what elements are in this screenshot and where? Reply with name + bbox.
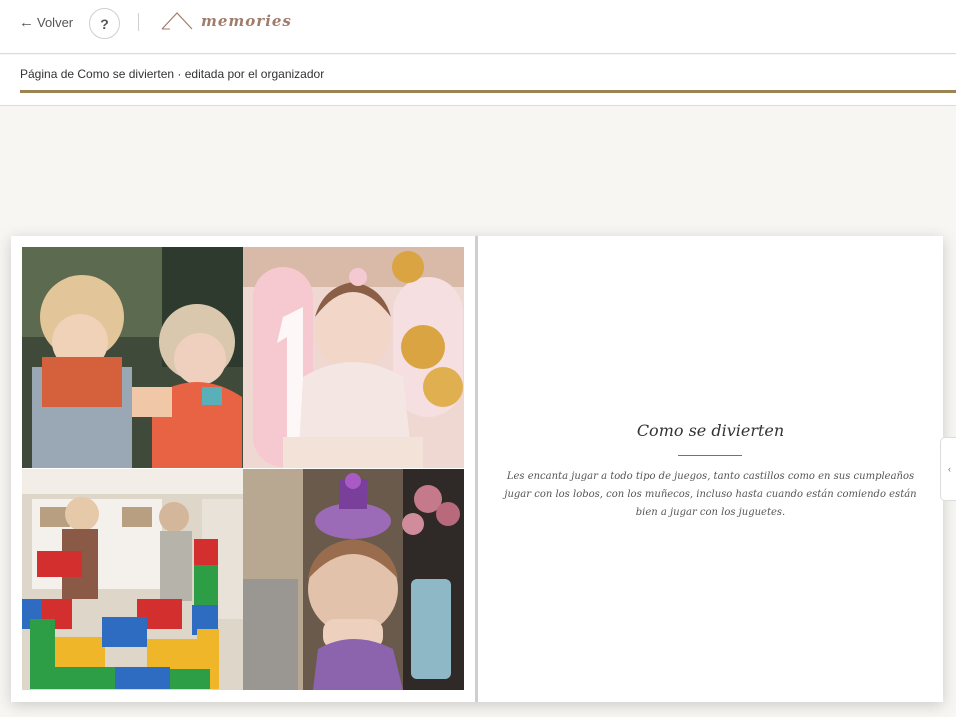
arrow-left-icon: ← [19, 14, 34, 31]
book-page-right[interactable]: Como se divierten Les encanta jugar a to… [478, 236, 943, 702]
accent-underline [20, 90, 956, 93]
page-info-text: Página de Como se divierten · editada po… [20, 67, 325, 81]
page-body-text: Les encanta jugar a todo tipo de juegos,… [504, 471, 917, 518]
book-spread: Como se divierten Les encanta jugar a to… [11, 236, 943, 702]
title-divider [678, 455, 742, 456]
logo[interactable]: memories [161, 10, 292, 30]
help-button[interactable]: ? [89, 8, 120, 39]
page-info-bar: Página de Como se divierten · editada po… [0, 55, 956, 106]
side-panel-toggle[interactable]: ‹ [940, 437, 956, 501]
photo-kids-blocks[interactable] [22, 469, 243, 690]
header-divider [138, 13, 139, 31]
page-title: Como se divierten [636, 421, 785, 440]
photo-toddlers-outdoors[interactable] [22, 247, 243, 468]
back-link[interactable]: ← Volver [19, 15, 73, 30]
chevron-left-icon: ‹ [948, 464, 951, 474]
top-bar: ← Volver ? memories [0, 0, 956, 54]
photo-baby-balloons[interactable] [243, 247, 464, 468]
back-label: Volver [37, 15, 74, 30]
photo-collage [22, 247, 464, 690]
photo-baby-crown[interactable] [243, 469, 464, 690]
roof-icon [161, 12, 193, 30]
logo-text: memories [201, 12, 292, 30]
book-page-left[interactable] [11, 236, 475, 702]
